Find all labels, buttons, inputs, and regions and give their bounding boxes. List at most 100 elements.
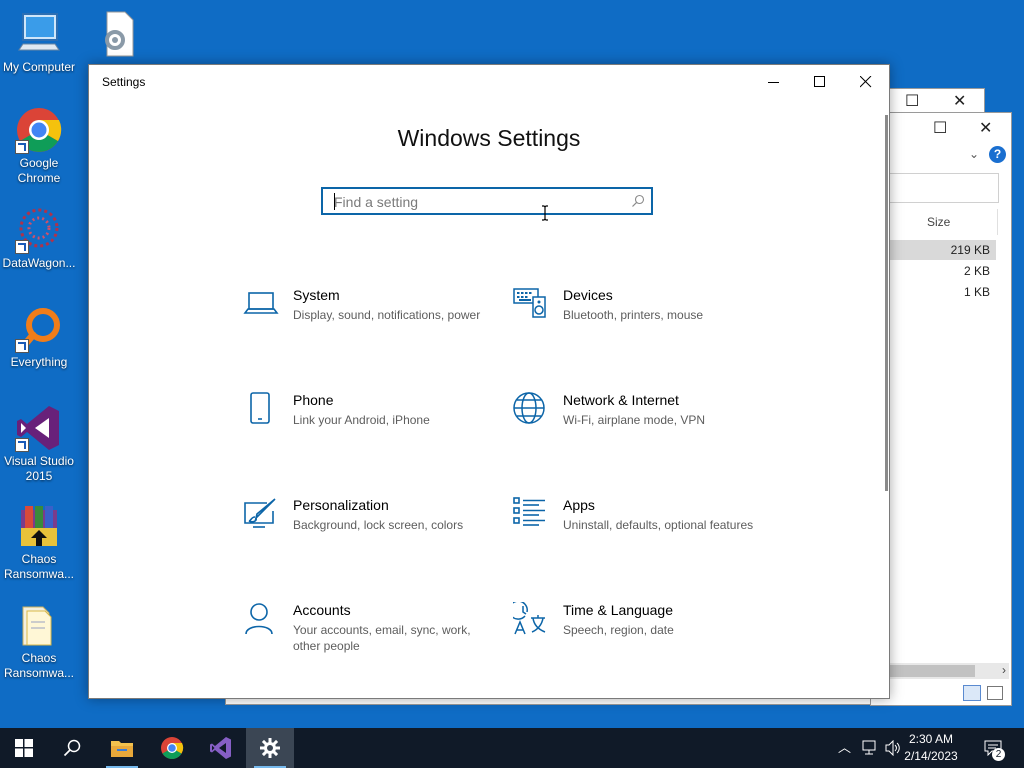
close-icon[interactable]: ✕: [979, 118, 992, 138]
category-name: Devices: [563, 287, 613, 303]
phone-icon: [250, 392, 270, 424]
search-icon[interactable]: [631, 194, 645, 208]
maximize-icon[interactable]: ☐: [905, 91, 919, 111]
person-icon: [245, 603, 273, 635]
category-name: System: [293, 287, 340, 303]
desktop-icon-google-chrome[interactable]: Google Chrome: [0, 106, 78, 186]
text-caret: [334, 193, 335, 210]
list-item[interactable]: 219 KB: [888, 240, 996, 260]
list-item[interactable]: 1 KB: [888, 282, 996, 302]
clock-date: 2/14/2023: [904, 749, 958, 763]
time-language-icon: [513, 602, 546, 635]
chevron-down-icon[interactable]: ⌄: [969, 147, 979, 161]
settings-window[interactable]: Settings Windows Settings System Display…: [88, 64, 890, 699]
desktop-icon-my-computer[interactable]: My Computer: [0, 10, 78, 75]
clock-time: 2:30 AM: [908, 732, 954, 746]
minimize-icon: [768, 82, 779, 83]
clock[interactable]: 2:30 AM 2/14/2023: [896, 731, 966, 765]
desktop-icon-everything[interactable]: Everything: [0, 305, 78, 370]
category-name: Time & Language: [563, 602, 673, 618]
maximize-icon[interactable]: ☐: [933, 118, 947, 138]
category-name: Personalization: [293, 497, 389, 513]
search-icon: [63, 739, 81, 757]
globe-icon: [513, 392, 545, 424]
tiles-view-icon[interactable]: [987, 686, 1003, 700]
network-icon[interactable]: [862, 740, 878, 756]
title-bar[interactable]: Settings: [89, 65, 889, 99]
settings-category-time-language[interactable]: Time & Language Speech, region, date: [513, 602, 763, 682]
gear-icon: [260, 738, 280, 758]
folder-icon: [15, 601, 63, 649]
help-icon[interactable]: ?: [989, 146, 1006, 163]
settings-category-devices[interactable]: Devices Bluetooth, printers, mouse: [513, 287, 763, 367]
windows-logo-icon: [15, 739, 33, 757]
background-explorer-window-front[interactable]: ☐ ✕ ⌄ ? Size ›: [870, 112, 1012, 706]
chevron-up-icon[interactable]: ︿: [838, 737, 851, 756]
settings-file-icon: [91, 10, 139, 58]
action-center-button[interactable]: 2: [980, 728, 1010, 768]
settings-category-accounts[interactable]: Accounts Your accounts, email, sync, wor…: [243, 602, 493, 682]
category-description: Link your Android, iPhone: [293, 413, 430, 427]
desktop-icon-label: Visual Studio 2015: [4, 454, 74, 483]
category-description: Display, sound, notifications, power: [293, 308, 481, 322]
category-name: Network & Internet: [563, 392, 679, 408]
desktop-icon-chaos-ransomware-folder[interactable]: Chaos Ransomwa...: [0, 601, 78, 681]
maximize-button[interactable]: [797, 65, 843, 99]
start-button[interactable]: [0, 728, 48, 768]
minimize-button[interactable]: [751, 65, 797, 99]
desktop-icon-label: Everything: [10, 355, 68, 369]
desktop-icon-file[interactable]: [76, 10, 154, 60]
paint-icon: [244, 498, 276, 528]
chrome-icon: [15, 106, 63, 154]
category-name: Phone: [293, 392, 334, 408]
category-name: Accounts: [293, 602, 351, 618]
taskbar-settings[interactable]: [246, 728, 294, 768]
taskbar: ︿ 2:30 AM 2/14/2023 2: [0, 728, 1024, 768]
desktop-icon-label: Google Chrome: [17, 156, 61, 185]
laptop-icon: [243, 292, 279, 314]
maximize-icon: [814, 76, 825, 87]
search-button[interactable]: [48, 728, 96, 768]
search-input[interactable]: [332, 189, 626, 215]
desktop-icon-datawagon[interactable]: DataWagon...: [0, 206, 78, 271]
visual-studio-icon: [15, 404, 63, 452]
taskbar-chrome[interactable]: [148, 728, 196, 768]
desktop-icon-label: Chaos Ransomwa...: [3, 552, 75, 581]
search-box[interactable]: [321, 187, 653, 215]
visual-studio-icon: [210, 737, 231, 759]
window-title: Settings: [102, 75, 146, 89]
list-item[interactable]: 2 KB: [888, 261, 996, 281]
magnifier-icon: [15, 305, 63, 353]
settings-category-phone[interactable]: Phone Link your Android, iPhone: [243, 392, 493, 472]
taskbar-file-explorer[interactable]: [98, 728, 146, 768]
close-icon: [860, 76, 872, 88]
size-column-header[interactable]: Size: [927, 215, 950, 229]
settings-category-apps[interactable]: Apps Uninstall, defaults, optional featu…: [513, 497, 763, 577]
desktop-icon-label: Chaos Ransomwa...: [3, 651, 75, 680]
close-button[interactable]: [843, 65, 889, 99]
category-description: Background, lock screen, colors: [293, 518, 464, 532]
keyboard-speaker-icon: [513, 288, 546, 318]
taskbar-visual-studio[interactable]: [197, 728, 245, 768]
category-description: Speech, region, date: [563, 623, 674, 637]
details-view-icon[interactable]: [963, 685, 981, 701]
search-box[interactable]: [889, 173, 999, 203]
notification-badge: 2: [992, 748, 1005, 761]
close-icon[interactable]: ✕: [953, 91, 966, 111]
settings-category-network[interactable]: Network & Internet Wi-Fi, airplane mode,…: [513, 392, 763, 472]
desktop-icon-chaos-ransomware-archive[interactable]: Chaos Ransomwa...: [0, 502, 78, 582]
category-description: Wi-Fi, airplane mode, VPN: [563, 413, 706, 427]
category-description: Uninstall, defaults, optional features: [563, 518, 754, 532]
scrollbar-horizontal[interactable]: ›: [871, 663, 1009, 679]
settings-category-system[interactable]: System Display, sound, notifications, po…: [243, 287, 493, 367]
winrar-archive-icon: [15, 502, 63, 550]
scrollbar[interactable]: [885, 115, 888, 491]
settings-category-personalization[interactable]: Personalization Background, lock screen,…: [243, 497, 493, 577]
apps-list-icon: [513, 497, 545, 526]
desktop-icon-visual-studio[interactable]: Visual Studio 2015: [0, 404, 78, 484]
computer-icon: [15, 10, 63, 58]
chrome-icon: [161, 737, 184, 759]
category-description: Your accounts, email, sync, work, other …: [293, 623, 471, 653]
column-divider: [997, 209, 998, 235]
folder-icon: [111, 741, 133, 757]
